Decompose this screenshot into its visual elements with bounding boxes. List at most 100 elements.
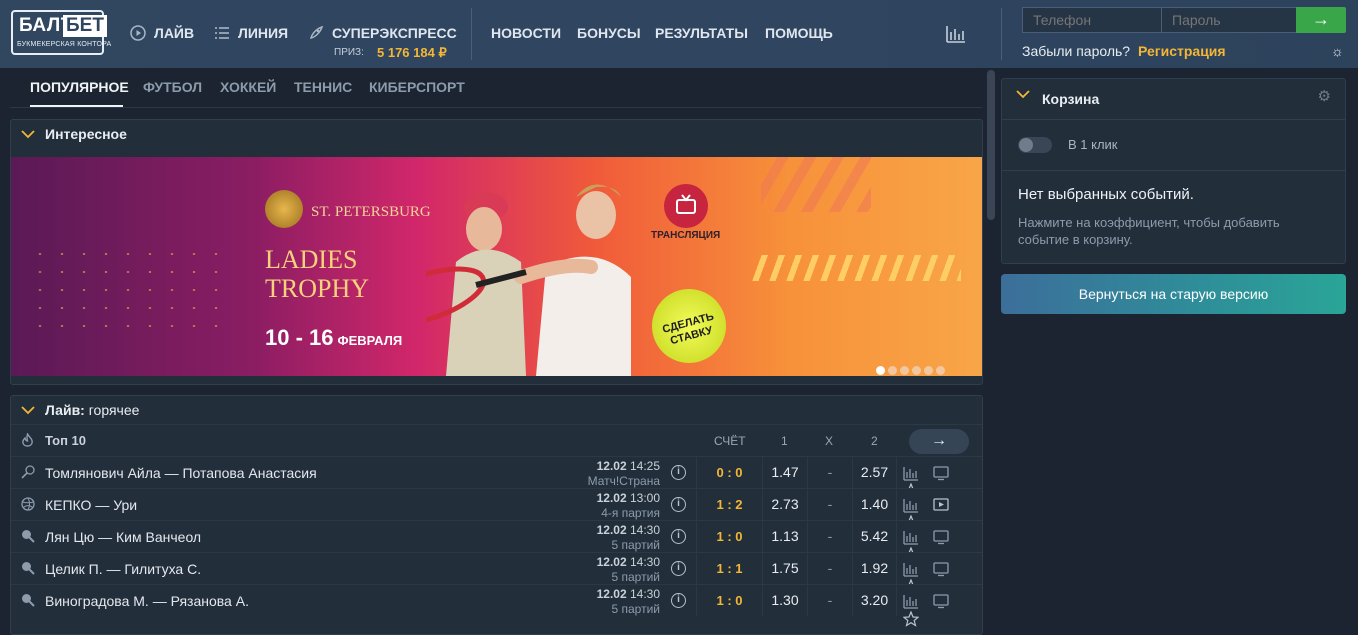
slider-dot[interactable] [936,366,945,375]
match-teams[interactable]: Виноградова М. — Рязанова А. [45,593,249,609]
tv-icon[interactable] [933,529,950,545]
info-icon[interactable]: i [671,497,686,512]
basket-panel: Корзина ⚙ В 1 клик Нет выбранных событий… [1001,78,1346,264]
nav-live[interactable]: ЛАЙВ [130,25,194,41]
slider-dot[interactable] [924,366,933,375]
play-video-icon[interactable] [933,497,950,513]
odd-x[interactable]: - [807,521,852,552]
odd-1[interactable]: 1.47 [762,457,807,488]
table-tennis-icon [21,529,35,546]
register-link[interactable]: Регистрация [1138,43,1226,59]
match-date: 12.02 [596,459,627,473]
match-score: 0 : 0 [696,457,762,488]
match-teams[interactable]: КЕПКО — Ури [45,497,137,513]
odd-2[interactable]: 1.40 [852,489,897,520]
banner-trophy-line2: TROPHY [265,274,370,303]
live-title-rest: горячее [84,402,140,418]
prize-label: ПРИЗ: [334,47,364,58]
old-version-button[interactable]: Вернуться на старую версию [1001,274,1346,314]
statistics-icon[interactable] [903,529,919,545]
statistics-icon[interactable] [903,561,919,577]
odd-1[interactable]: 1.30 [762,585,807,616]
odd-1[interactable]: 2.73 [762,489,807,520]
odd-x[interactable]: - [807,585,852,616]
nav-news[interactable]: НОВОСТИ [491,25,561,41]
live-panel: Лайв: горячее Топ 10 СЧЁТ 1 X 2 → Томлян… [10,395,983,635]
match-stage: 4-я партия [601,506,660,520]
tv-icon[interactable] [933,465,950,481]
live-header[interactable]: Лайв: горячее [11,396,982,424]
odd-x[interactable]: - [807,457,852,488]
tab-popular[interactable]: ПОПУЛЯРНОЕ [30,79,129,95]
show-all-button[interactable]: → [909,429,969,454]
match-teams[interactable]: Лян Цю — Ким Ванчеол [45,529,201,545]
password-input[interactable] [1161,7,1297,33]
info-icon[interactable]: i [671,561,686,576]
interesting-header[interactable]: Интересное [11,120,982,148]
info-icon[interactable]: i [671,529,686,544]
match-teams[interactable]: Томлянович Айла — Потапова Анастасия [45,465,317,481]
top10-label: Топ 10 [45,433,86,448]
nav-superexpress[interactable]: СУПЕРЭКСПРЕСС [308,25,457,41]
nav-line[interactable]: ЛИНИЯ [214,25,288,41]
prize-value: 5 176 184 ₽ [377,45,447,60]
statistics-icon[interactable] [903,593,919,609]
tv-icon[interactable] [933,593,950,609]
chevron-down-icon [21,127,35,141]
match-score: 1 : 0 [696,585,762,616]
logo[interactable]: БАЛТ БЕТ БУКМЕКЕРСКАЯ КОНТОРА [11,10,111,55]
odd-x[interactable]: - [807,489,852,520]
basket-header[interactable]: Корзина ⚙ [1002,79,1345,107]
tab-hockey[interactable]: ХОККЕЙ [220,79,276,95]
tab-esports[interactable]: КИБЕРСПОРТ [369,79,465,95]
slider-dot[interactable] [900,366,909,375]
table-row[interactable]: Лян Цю — Ким Ванчеол 12.02 14:30 5 парти… [11,520,982,563]
info-icon[interactable]: i [671,465,686,480]
odd-2[interactable]: 5.42 [852,521,897,552]
info-icon[interactable]: i [671,593,686,608]
match-teams[interactable]: Целик П. — Гилитуха С. [45,561,201,577]
list-icon [214,25,230,41]
slider-dot[interactable] [876,366,885,375]
rocket-icon [308,25,324,41]
tv-icon[interactable] [933,561,950,577]
logo-part2: БЕТ [63,15,107,37]
table-row[interactable]: Виноградова М. — Рязанова А. 12.02 14:30… [11,584,982,627]
odd-2[interactable]: 3.20 [852,585,897,616]
star-icon[interactable] [902,610,920,627]
gear-icon[interactable]: ⚙ [1318,87,1331,105]
odd-2[interactable]: 2.57 [852,457,897,488]
tab-football[interactable]: ФУТБОЛ [143,79,202,95]
odd-2[interactable]: 1.92 [852,553,897,584]
statistics-icon[interactable] [903,497,919,513]
slider-dot[interactable] [912,366,921,375]
table-row[interactable]: КЕПКО — Ури 12.02 13:00 4-я партия i 1 :… [11,488,985,531]
nav-help[interactable]: ПОМОЩЬ [765,25,833,41]
divider [471,8,472,60]
one-click-toggle[interactable] [1018,137,1052,153]
scrollbar[interactable] [987,70,995,220]
table-tennis-icon [21,593,35,610]
table-row[interactable]: Томлянович Айла — Потапова Анастасия 12.… [11,456,982,499]
header: БАЛТ БЕТ БУКМЕКЕРСКАЯ КОНТОРА ЛАЙВ ЛИНИЯ… [0,0,1358,68]
odd-1[interactable]: 1.13 [762,521,807,552]
forgot-password-link[interactable]: Забыли пароль? [1022,43,1130,59]
row-actions [902,497,985,531]
theme-toggle-icon[interactable]: ☼ [1331,43,1344,59]
statistics-icon[interactable] [946,24,966,44]
nav-results[interactable]: РЕЗУЛЬТАТЫ [655,25,748,41]
match-stage: 5 партий [611,602,661,616]
phone-input[interactable] [1022,7,1162,33]
broadcast-icon [664,184,708,228]
login-button[interactable]: → [1296,7,1346,33]
odd-x[interactable]: - [807,553,852,584]
match-datetime: 12.02 13:00 [597,491,660,505]
odd-1[interactable]: 1.75 [762,553,807,584]
promo-banner[interactable]: ST. PETERSBURG LADIES TROPHY 10 - 16 ФЕВР… [11,157,982,376]
slider-dot[interactable] [888,366,897,375]
table-row[interactable]: Целик П. — Гилитуха С. 12.02 14:30 5 пар… [11,552,982,595]
statistics-icon[interactable] [903,465,919,481]
nav-bonuses[interactable]: БОНУСЫ [577,25,641,41]
tab-tennis[interactable]: ТЕННИС [294,79,352,95]
chevron-down-icon [21,403,35,417]
